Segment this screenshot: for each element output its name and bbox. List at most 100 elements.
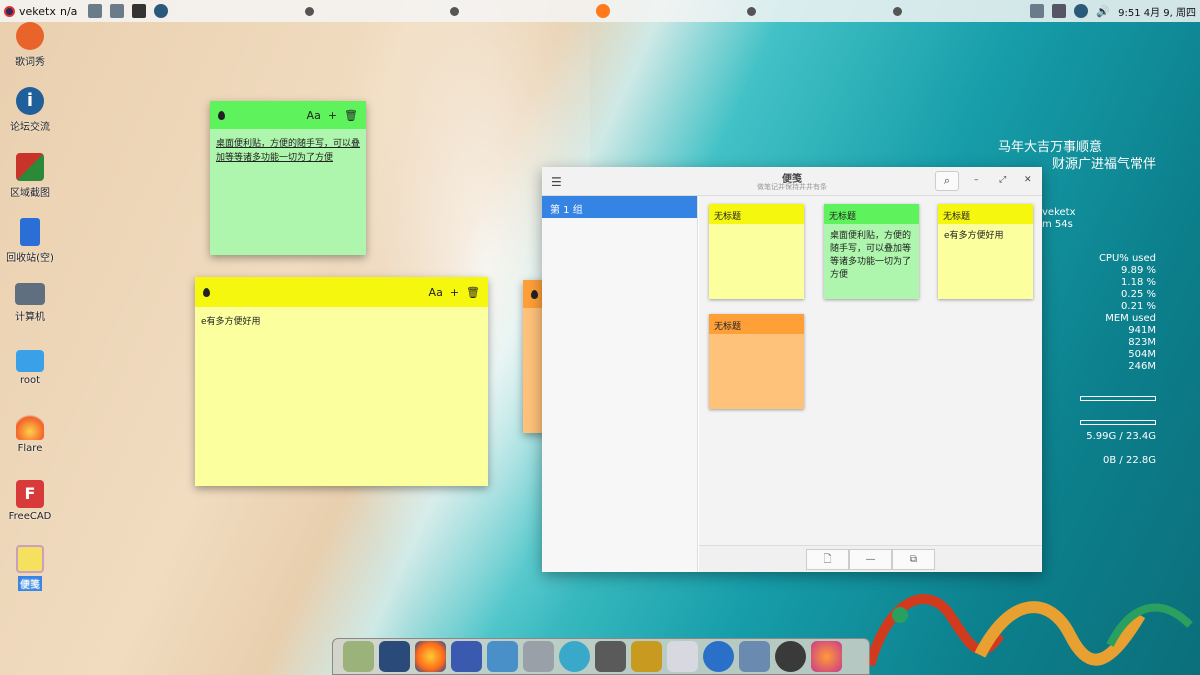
settings-icon[interactable] bbox=[739, 641, 770, 672]
book-icon[interactable] bbox=[631, 641, 662, 672]
user-menu[interactable]: veketx bbox=[0, 5, 56, 18]
sticky-note-yellow[interactable]: Aa + 🗑 e有多方便好用 bbox=[195, 277, 488, 486]
info-icon: i bbox=[16, 87, 44, 115]
note-card-body bbox=[709, 334, 804, 346]
atom-icon[interactable] bbox=[559, 641, 590, 672]
firefox-orange-icon[interactable] bbox=[811, 641, 842, 672]
conky-bar bbox=[1080, 396, 1156, 401]
flare-icon bbox=[16, 412, 44, 440]
desktop-icon-sticky-notes[interactable]: 便笺 bbox=[0, 545, 60, 591]
sticky-notes-window: ☰ 便笺 做笔记并保持井井有条 ⌕ – ⤢ ✕ 第 1 组 无标题 无标题 桌面… bbox=[542, 167, 1042, 572]
monitor-icon[interactable] bbox=[379, 641, 410, 672]
desktop-icon-trash[interactable]: 回收站(空) bbox=[0, 218, 60, 264]
group-sidebar: 第 1 组 bbox=[542, 196, 698, 572]
font-icon[interactable]: Aa bbox=[429, 286, 443, 299]
desktop-icon-root[interactable]: root bbox=[0, 350, 60, 386]
close-icon[interactable]: ✕ bbox=[1024, 175, 1032, 185]
editor-icon[interactable] bbox=[451, 641, 482, 672]
sticky-notes-icon bbox=[16, 545, 44, 573]
desktop-icon-freecad[interactable]: F FreeCAD bbox=[0, 480, 60, 522]
conky-cpu-value: 9.89 % bbox=[1121, 265, 1156, 276]
note-body[interactable]: 桌面便利贴，方便的随手写，可以叠加等等诸多功能一切为了方便 bbox=[210, 129, 366, 173]
network-icon[interactable] bbox=[523, 641, 554, 672]
obs-icon[interactable] bbox=[775, 641, 806, 672]
browser-launcher-icon[interactable] bbox=[154, 4, 168, 18]
note-toolbar: Aa + 🗑 bbox=[195, 277, 488, 307]
note-card-title: 无标题 bbox=[938, 204, 1033, 224]
note-card-body bbox=[709, 224, 804, 236]
conky-mem-header: MEM used bbox=[1105, 313, 1156, 324]
window-subtitle: 做笔记并保持井井有条 bbox=[757, 183, 827, 191]
desktop-icon-lyrics[interactable]: 歌词秀 bbox=[0, 22, 60, 68]
conky-cpu-value: 0.21 % bbox=[1121, 301, 1156, 312]
veketx-dragon-logo bbox=[865, 594, 1193, 667]
conky-greeting-2: 财源广进福气常伴 bbox=[1051, 157, 1156, 172]
screenshot-icon bbox=[16, 153, 44, 181]
firefox-task-icon[interactable] bbox=[596, 4, 611, 18]
new-note-button[interactable]: 🗋 bbox=[806, 549, 849, 570]
color-drop-icon[interactable] bbox=[203, 287, 210, 297]
maximize-icon[interactable]: ⤢ bbox=[999, 175, 1006, 185]
conky-mem-value: 823M bbox=[1128, 337, 1156, 348]
globe-icon[interactable] bbox=[703, 641, 734, 672]
conky-user: veketx bbox=[1042, 207, 1076, 218]
window-titlebar[interactable]: ☰ 便笺 做笔记并保持井井有条 ⌕ – ⤢ ✕ bbox=[542, 167, 1042, 196]
desktop-icon-forum[interactable]: i 论坛交流 bbox=[0, 87, 60, 133]
delete-icon[interactable]: 🗑 bbox=[344, 109, 358, 122]
terminal-launcher-icon[interactable] bbox=[132, 4, 146, 18]
note-body[interactable]: e有多方便好用 bbox=[195, 307, 488, 337]
remove-note-button[interactable]: — bbox=[849, 549, 892, 570]
note-card-title: 无标题 bbox=[709, 204, 804, 224]
edit-launcher-icon[interactable] bbox=[88, 4, 102, 18]
notes-grid: 无标题 无标题 桌面便利贴，方便的随手写，可以叠加等等诸多功能一切为了方便 无标… bbox=[699, 196, 1042, 572]
task-indicator-icon[interactable] bbox=[450, 6, 460, 16]
note-card[interactable]: 无标题 e有多方便好用 bbox=[938, 204, 1033, 299]
tray-network-icon[interactable] bbox=[1074, 4, 1089, 18]
username-label: veketx bbox=[19, 4, 56, 18]
conky-uptime: m 54s bbox=[1042, 219, 1073, 230]
color-drop-icon[interactable] bbox=[218, 110, 225, 120]
desktop-icon-computer[interactable]: 计算机 bbox=[0, 283, 60, 323]
delete-icon[interactable]: 🗑 bbox=[466, 286, 480, 299]
note-card-title: 无标题 bbox=[709, 314, 804, 334]
sticky-note-green[interactable]: Aa + 🗑 桌面便利贴，方便的随手写，可以叠加等等诸多功能一切为了方便 bbox=[210, 101, 366, 255]
task-indicator-icon[interactable] bbox=[304, 6, 314, 16]
firefox-icon[interactable] bbox=[415, 641, 446, 672]
note-card[interactable]: 无标题 桌面便利贴，方便的随手写，可以叠加等等诸多功能一切为了方便 bbox=[824, 204, 919, 299]
tray-app-icon[interactable] bbox=[1030, 4, 1045, 18]
files-icon[interactable] bbox=[343, 641, 374, 672]
camera-icon[interactable] bbox=[595, 641, 626, 672]
duplicate-note-button[interactable]: ⧉ bbox=[892, 549, 935, 570]
user-avatar-icon bbox=[4, 5, 15, 17]
font-icon[interactable]: Aa bbox=[307, 109, 321, 122]
note-card[interactable]: 无标题 bbox=[709, 314, 804, 409]
clock[interactable]: 9:51 4月 9, 周四 bbox=[1118, 4, 1196, 19]
add-note-icon[interactable]: + bbox=[450, 286, 459, 299]
chart-icon[interactable] bbox=[667, 641, 698, 672]
lyrics-icon bbox=[16, 22, 44, 50]
conky-mem-value: 941M bbox=[1128, 325, 1156, 336]
add-note-icon[interactable]: + bbox=[328, 109, 337, 122]
color-drop-icon[interactable] bbox=[531, 289, 538, 299]
conky-cpu-header: CPU% used bbox=[1098, 253, 1156, 264]
home-folder-icon bbox=[16, 350, 44, 372]
status-label: n/a bbox=[60, 4, 78, 18]
paint-icon[interactable] bbox=[487, 641, 518, 672]
volume-icon[interactable]: 🔊 bbox=[1096, 5, 1110, 18]
sidebar-group-item[interactable]: 第 1 组 bbox=[542, 196, 697, 218]
conky-disk1: 5.99G / 23.4G bbox=[1086, 431, 1156, 442]
tray-pen-icon[interactable] bbox=[1052, 4, 1067, 18]
task-indicator-icon[interactable] bbox=[892, 6, 902, 16]
conky-mem-value: 246M bbox=[1128, 361, 1156, 372]
files-launcher-icon[interactable] bbox=[110, 4, 124, 18]
computer-icon bbox=[15, 283, 45, 305]
desktop-icon-screenshot[interactable]: 区域截图 bbox=[0, 153, 60, 199]
task-indicator-icon[interactable] bbox=[746, 6, 756, 16]
minimize-icon[interactable]: – bbox=[974, 175, 979, 185]
note-card[interactable]: 无标题 bbox=[709, 204, 804, 299]
freecad-icon: F bbox=[16, 480, 44, 508]
conky-cpu-value: 1.18 % bbox=[1121, 277, 1156, 288]
note-toolbar: Aa + 🗑 bbox=[210, 101, 366, 129]
desktop-icon-flare[interactable]: Flare bbox=[0, 412, 60, 454]
search-button[interactable]: ⌕ bbox=[935, 171, 959, 191]
